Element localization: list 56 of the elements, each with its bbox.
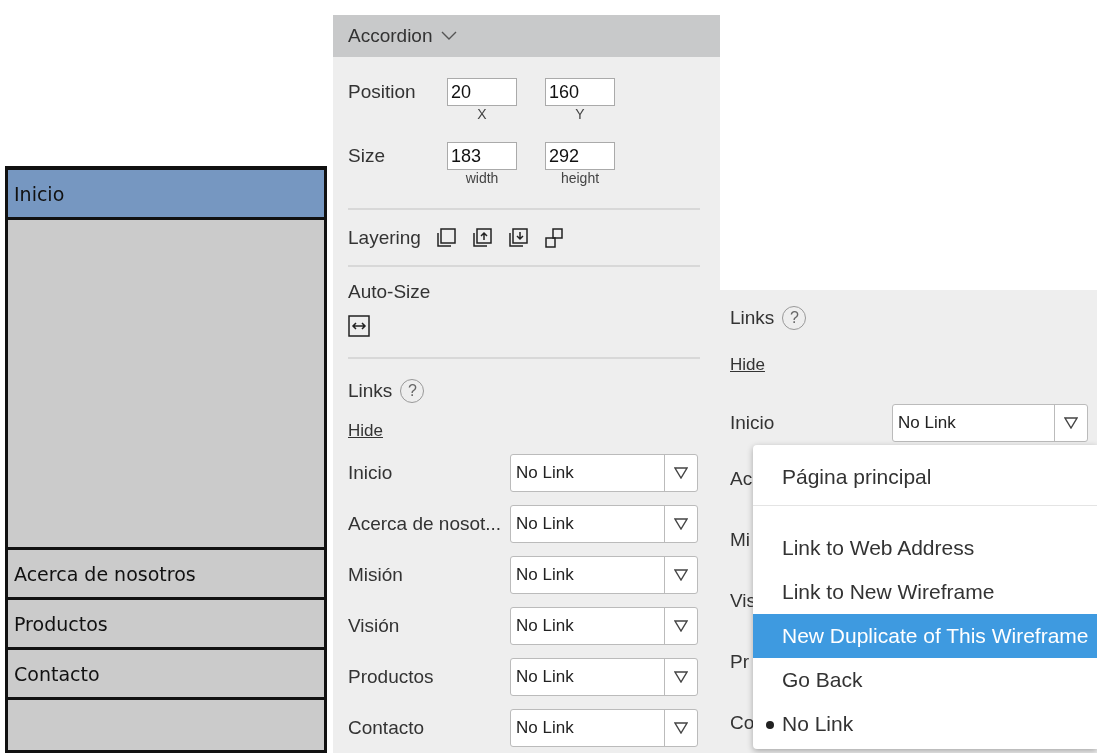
send-backward-icon[interactable] — [506, 226, 529, 249]
link-label: Visión — [348, 614, 401, 637]
dropdown-triangle-icon — [674, 670, 688, 683]
send-to-back-icon[interactable] — [542, 226, 565, 249]
link-select[interactable]: No Link — [510, 657, 698, 696]
property-label: Auto-Size — [348, 281, 432, 303]
link-label: Inicio — [348, 461, 394, 484]
property-label: Position — [348, 80, 417, 103]
menu-item[interactable]: Link to Web Address — [753, 526, 1097, 570]
bring-to-front-icon[interactable] — [434, 226, 457, 249]
link-select[interactable]: No Link — [510, 453, 698, 492]
number-field[interactable]: 292 — [545, 142, 615, 170]
dropdown-triangle-icon — [674, 568, 688, 581]
link-label: Acerca de nosot... — [348, 512, 503, 535]
dropdown-triangle-icon — [674, 721, 688, 734]
section-tab[interactable]: Inicio — [8, 170, 324, 220]
panel-title: Accordion — [348, 25, 433, 47]
property-label: Size — [348, 144, 386, 167]
link-select[interactable]: No Link — [510, 555, 698, 594]
dropdown-triangle-icon — [1064, 417, 1078, 430]
property-label: Layering — [348, 226, 421, 249]
link-label: Contacto — [348, 716, 426, 739]
link-label: Inicio — [730, 412, 776, 435]
link-label: Co — [730, 711, 755, 734]
accordion-widget[interactable]: Inicio Acerca de nosotros Productos Contacto — [5, 166, 327, 753]
link-label: Ac — [730, 468, 753, 490]
panel-header[interactable]: Accordion — [333, 15, 720, 57]
menu-item[interactable]: Go Back — [753, 658, 1097, 702]
link-label: Misión — [348, 563, 404, 586]
field-caption: height — [560, 170, 600, 186]
menu-item[interactable]: Link to New Wireframe — [753, 570, 1097, 614]
auto-size-width-icon[interactable] — [348, 315, 370, 337]
link-label: Productos — [348, 665, 435, 688]
link-label: Mi — [730, 528, 751, 551]
link-select[interactable]: No Link — [510, 504, 698, 543]
chevron-down-icon — [440, 31, 457, 41]
section-title: Links — [348, 380, 393, 402]
link-label: Pr — [730, 650, 749, 673]
number-field[interactable]: 20 — [447, 78, 517, 106]
number-field[interactable]: 160 — [545, 78, 615, 106]
menu-item[interactable]: Página principal — [753, 455, 1097, 499]
link-select[interactable]: No Link — [510, 606, 698, 645]
number-field[interactable]: 183 — [447, 142, 517, 170]
dropdown-triangle-icon — [674, 619, 688, 632]
menu-item[interactable]: No Link — [753, 702, 1097, 746]
dropdown-triangle-icon — [674, 466, 688, 479]
field-caption: Y — [575, 106, 585, 122]
field-caption: X — [477, 106, 487, 122]
hide-link[interactable]: Hide — [348, 421, 383, 441]
link-select[interactable]: No Link — [892, 404, 1088, 443]
field-caption: width — [465, 170, 499, 186]
bring-forward-icon[interactable] — [470, 226, 493, 249]
dropdown-triangle-icon — [674, 517, 688, 530]
section-title: Links — [730, 307, 775, 329]
hide-link[interactable]: Hide — [730, 355, 765, 376]
link-select[interactable]: No Link — [510, 708, 698, 747]
